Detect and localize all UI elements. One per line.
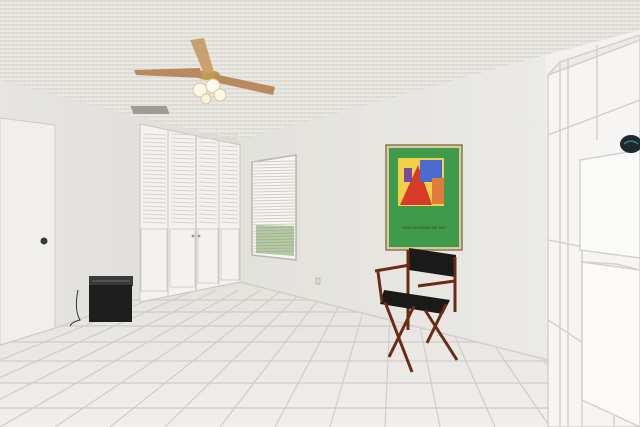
room-scene: HIGH MUSEUM OF ART (0, 0, 640, 427)
ceiling-vent (130, 106, 170, 114)
entry-door[interactable] (0, 117, 56, 346)
light-bulb (213, 88, 227, 102)
framed-poster: HIGH MUSEUM OF ART (385, 144, 463, 251)
closet-doors[interactable] (139, 123, 241, 303)
window-blinds[interactable] (251, 154, 297, 261)
light-bulb (200, 93, 212, 105)
poster-caption: HIGH MUSEUM OF ART (402, 225, 447, 230)
bookshelf-unit (547, 34, 640, 427)
wall-outlet (315, 277, 321, 285)
door-knob-icon (40, 237, 48, 245)
